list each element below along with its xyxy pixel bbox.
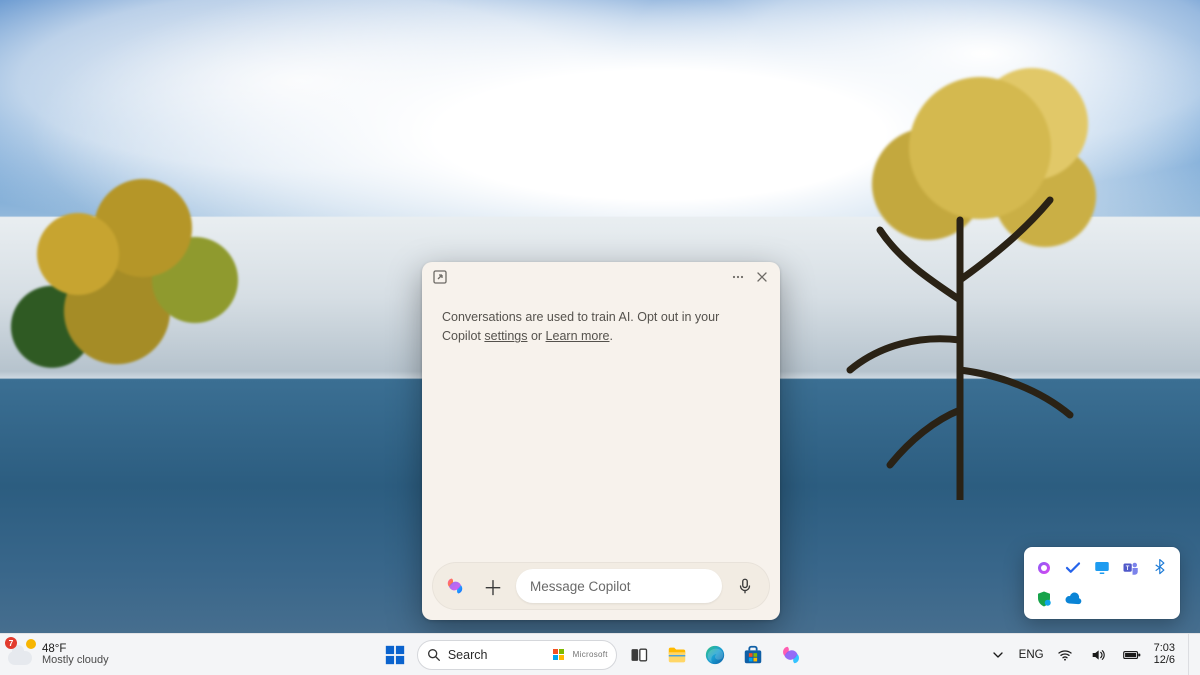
taskbar: 7 48°F Mostly cloudy Search Microsoft <box>0 633 1200 675</box>
windows-icon <box>384 644 406 666</box>
notice-text-2: or <box>527 329 545 343</box>
copilot-icon <box>1035 559 1053 577</box>
taskbar-app-store[interactable] <box>737 639 769 671</box>
taskbar-app-explorer[interactable] <box>661 639 693 671</box>
show-desktop-button[interactable] <box>1188 634 1194 675</box>
search-label: Search <box>448 648 547 662</box>
taskbar-app-edge[interactable] <box>699 639 731 671</box>
wallpaper-trees-left <box>0 150 260 410</box>
network-button[interactable] <box>1053 639 1077 671</box>
message-input[interactable] <box>516 569 722 603</box>
speaker-icon <box>1090 647 1106 663</box>
tray-item-copilot[interactable] <box>1030 553 1057 582</box>
edge-icon <box>704 644 726 666</box>
copilot-icon <box>780 644 802 666</box>
copilot-notice: Conversations are used to train AI. Opt … <box>442 308 760 347</box>
clock-date: 12/6 <box>1154 655 1175 667</box>
more-button[interactable] <box>726 265 750 289</box>
taskbar-widgets-button[interactable]: 7 48°F Mostly cloudy <box>0 643 200 667</box>
battery-button[interactable] <box>1119 639 1145 671</box>
bluetooth-icon <box>1151 559 1169 577</box>
shield-icon <box>1035 590 1053 608</box>
copilot-compose-bar: ＋ <box>432 562 770 610</box>
tray-item-security[interactable] <box>1030 584 1057 613</box>
battery-icon <box>1123 646 1141 664</box>
tray-item-todo[interactable] <box>1059 553 1086 582</box>
wallpaper-tree-right <box>810 40 1130 500</box>
taskbar-app-copilot[interactable] <box>775 639 807 671</box>
volume-button[interactable] <box>1086 639 1110 671</box>
close-button[interactable] <box>750 265 774 289</box>
settings-link[interactable]: settings <box>484 329 527 343</box>
clock-button[interactable]: 7:03 12/6 <box>1154 643 1179 666</box>
expand-icon <box>432 269 448 285</box>
tray-item-onedrive[interactable] <box>1059 584 1086 613</box>
copilot-icon <box>445 576 465 596</box>
weather-icon: 7 <box>8 643 34 665</box>
tray-item-teams[interactable]: T <box>1118 553 1145 582</box>
input-language[interactable]: ENG <box>1019 649 1044 661</box>
teams-icon: T <box>1122 559 1140 577</box>
taskbar-search[interactable]: Search Microsoft <box>417 640 617 670</box>
copilot-titlebar <box>422 262 780 292</box>
tray-item-bluetooth[interactable] <box>1147 553 1174 582</box>
tray-overflow-button[interactable] <box>986 639 1010 671</box>
copilot-window: Conversations are used to train AI. Opt … <box>422 262 780 620</box>
folder-icon <box>666 644 688 666</box>
clock-time: 7:03 <box>1154 643 1175 655</box>
microphone-icon <box>736 577 754 595</box>
learn-more-link[interactable]: Learn more <box>546 329 610 343</box>
microsoft-mini-logo <box>553 649 564 660</box>
new-chat-button[interactable]: ＋ <box>478 571 508 601</box>
tray-item-your-phone[interactable] <box>1088 553 1115 582</box>
plus-icon: ＋ <box>483 572 503 601</box>
voice-input-button[interactable] <box>730 571 760 601</box>
expand-button[interactable] <box>428 265 452 289</box>
wifi-icon <box>1057 647 1073 663</box>
chevron-down-icon <box>990 647 1006 663</box>
task-view-button[interactable] <box>623 639 655 671</box>
taskbar-systray: ENG 7:03 12/6 <box>986 634 1200 675</box>
weather-temp: 48°F <box>42 643 109 655</box>
svg-text:T: T <box>1126 565 1130 571</box>
search-icon <box>426 647 442 663</box>
check-icon <box>1064 559 1082 577</box>
tray-overflow-flyout: T <box>1024 547 1180 619</box>
weather-condition: Mostly cloudy <box>42 655 109 667</box>
task-view-icon <box>629 645 649 665</box>
taskbar-center: Search Microsoft <box>200 639 986 671</box>
microsoft-word: Microsoft <box>573 650 608 659</box>
ellipsis-icon <box>730 269 746 285</box>
cloud-icon <box>1064 590 1082 608</box>
notice-text-3: . <box>609 329 612 343</box>
store-icon <box>742 644 764 666</box>
start-button[interactable] <box>379 639 411 671</box>
copilot-body: Conversations are used to train AI. Opt … <box>422 292 780 552</box>
copilot-logo-button[interactable] <box>440 571 470 601</box>
monitor-icon <box>1093 559 1111 577</box>
close-icon <box>754 269 770 285</box>
